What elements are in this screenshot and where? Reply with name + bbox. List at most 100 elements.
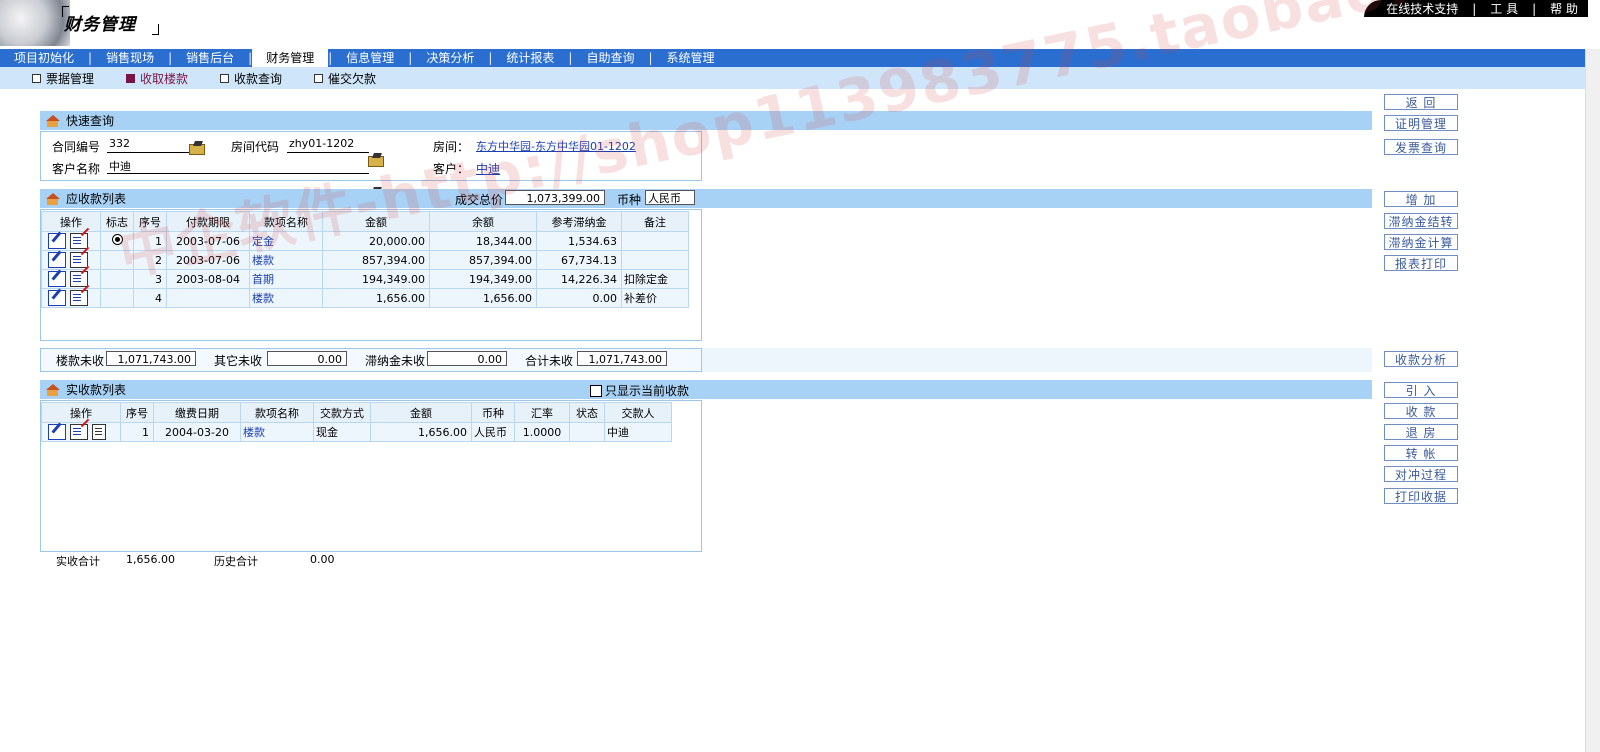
document-icon[interactable] (92, 424, 106, 440)
late-fee-settle-button[interactable]: 滞纳金结转 (1384, 213, 1458, 229)
folder-open-icon[interactable] (189, 141, 205, 155)
row-ops (41, 231, 101, 251)
row-seq: 1 (120, 422, 154, 442)
history-total-label: 历史合计 (214, 555, 258, 568)
row-seq: 4 (133, 288, 167, 308)
row-balance: 18,344.00 (429, 231, 537, 251)
nav-item-self-query[interactable]: 自助查询 (572, 49, 648, 67)
back-button[interactable]: 返 回 (1384, 94, 1458, 110)
certificate-mgmt-button[interactable]: 证明管理 (1384, 115, 1458, 131)
other-unpaid-label: 其它未收 (214, 354, 263, 368)
collect-button[interactable]: 收 款 (1384, 403, 1458, 419)
radio-selected-icon[interactable] (111, 234, 123, 245)
column-header: 付款期限 (166, 211, 250, 232)
contract-no-input[interactable]: 332 (107, 137, 189, 153)
total-price-field[interactable]: 1,073,399.00 (505, 190, 605, 205)
row-amount: 1,656.00 (322, 288, 430, 308)
subnav-item-collect-payment[interactable]: 收取楼款 (94, 70, 188, 87)
nav-item-system[interactable]: 系统管理 (653, 49, 729, 67)
checkbox-icon[interactable] (590, 384, 602, 397)
column-header: 标志 (100, 211, 134, 232)
print-receipt-button[interactable]: 打印收据 (1384, 488, 1458, 504)
subnav-item-payment-query[interactable]: 收款查询 (188, 70, 282, 87)
only-current-checkbox-wrap[interactable]: 只显示当前收款 (590, 382, 689, 399)
nav-item-reports[interactable]: 统计报表 (492, 49, 568, 67)
delete-icon[interactable] (70, 271, 88, 287)
subnav-label: 收取楼款 (140, 71, 189, 86)
other-unpaid-field[interactable]: 0.00 (267, 351, 347, 366)
nav-item-project-init[interactable]: 项目初始化 (0, 49, 88, 67)
row-payer: 中迪 (604, 422, 672, 442)
column-header: 状态 (569, 402, 605, 423)
received-table: 操作 序号 缴费日期 款项名称 交款方式 金额 币种 汇率 状态 交款人 1 2… (41, 402, 672, 442)
row-balance: 857,394.00 (429, 250, 537, 270)
subnav-item-bill-mgmt[interactable]: 票据管理 (0, 70, 94, 87)
square-bullet-icon (126, 73, 136, 83)
row-name: 首期 (249, 269, 323, 289)
row-date (166, 288, 250, 308)
late-fee-calc-button[interactable]: 滞纳金计算 (1384, 234, 1458, 250)
edit-icon[interactable] (48, 271, 66, 287)
edit-icon[interactable] (48, 233, 66, 249)
total-unpaid-label: 合计未收 (525, 354, 574, 368)
report-print-button[interactable]: 报表打印 (1384, 255, 1458, 271)
tech-support-link[interactable]: 在线技术支持 (1386, 0, 1458, 17)
vertical-scrollbar[interactable] (1585, 49, 1600, 752)
delete-icon[interactable] (70, 424, 88, 440)
separator: | (1532, 1, 1537, 16)
column-header: 参考滞纳金 (536, 211, 622, 232)
currency-field[interactable]: 人民币 (645, 190, 695, 205)
customer-label: 客户： (433, 162, 470, 176)
row-late-fee: 0.00 (536, 288, 622, 308)
row-balance: 1,656.00 (429, 288, 537, 308)
late-unpaid-field[interactable]: 0.00 (427, 351, 507, 366)
delete-icon[interactable] (70, 233, 88, 249)
currency-label: 币种 (617, 193, 642, 207)
row-late-fee: 14,226.34 (536, 269, 622, 289)
delete-icon[interactable] (70, 290, 88, 306)
edit-icon[interactable] (48, 424, 66, 440)
help-link[interactable]: 帮 助 (1550, 0, 1578, 17)
invoice-query-button[interactable]: 发票查询 (1384, 139, 1458, 155)
edit-icon[interactable] (48, 252, 66, 268)
nav-item-finance[interactable]: 财务管理 (252, 49, 329, 67)
payment-analysis-button[interactable]: 收款分析 (1384, 351, 1458, 367)
room-link[interactable]: 东方中华园-东方中华园01-1202 (476, 138, 636, 154)
import-button[interactable]: 引 入 (1384, 382, 1458, 398)
nav-item-sales-site[interactable]: 销售现场 (92, 49, 168, 67)
table-row: 1 2004-03-20 楼款 现金 1,656.00 人民币 1.0000 中… (41, 422, 672, 442)
table-row: 1 2003-07-06 定金 20,000.00 18,344.00 1,53… (41, 231, 689, 251)
total-unpaid-field[interactable]: 1,071,743.00 (577, 351, 667, 366)
row-date: 2003-07-06 (166, 231, 250, 251)
edit-icon[interactable] (48, 290, 66, 306)
folder-open-icon[interactable] (368, 153, 384, 167)
section-title: 应收款列表 (66, 192, 127, 206)
house-unpaid-field[interactable]: 1,071,743.00 (106, 351, 196, 366)
row-ops (41, 269, 101, 289)
offset-process-button[interactable]: 对冲过程 (1384, 466, 1458, 482)
delete-icon[interactable] (70, 252, 88, 268)
row-currency: 人民币 (471, 422, 515, 442)
column-header: 序号 (120, 402, 154, 423)
nav-item-info[interactable]: 信息管理 (332, 49, 408, 67)
add-button[interactable]: 增 加 (1384, 191, 1458, 207)
section-title: 实收款列表 (66, 383, 127, 397)
room-code-input[interactable]: zhy01-1202 (287, 137, 369, 153)
nav-item-decision[interactable]: 决策分析 (412, 49, 488, 67)
column-header: 交款方式 (313, 402, 371, 423)
row-note (621, 250, 689, 270)
nav-item-sales-backend[interactable]: 销售后台 (172, 49, 248, 67)
transfer-button[interactable]: 转 帐 (1384, 445, 1458, 461)
customer-link[interactable]: 中迪 (476, 160, 500, 177)
row-flag[interactable] (100, 231, 134, 251)
subnav-item-dunning[interactable]: 催交欠款 (282, 70, 376, 87)
row-flag (100, 288, 134, 308)
row-flag (100, 269, 134, 289)
table-row: 4 楼款 1,656.00 1,656.00 0.00 补差价 (41, 288, 689, 308)
customer-name-input[interactable]: 中迪 (107, 158, 369, 174)
tools-link[interactable]: 工 具 (1490, 0, 1518, 17)
refund-room-button[interactable]: 退 房 (1384, 424, 1458, 440)
row-note: 扣除定金 (621, 269, 689, 289)
row-amount: 1,656.00 (370, 422, 472, 442)
column-header: 备注 (621, 211, 689, 232)
